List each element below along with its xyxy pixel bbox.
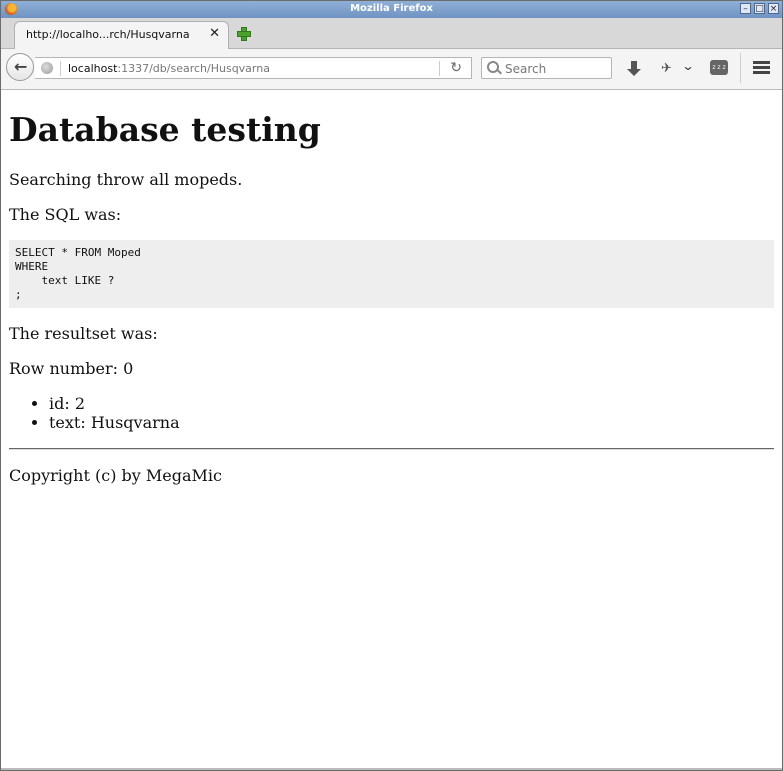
tab-label: http://localho...rch/Husqvarna (26, 28, 190, 41)
title-bar: Mozilla Firefox – □ × (1, 1, 782, 18)
footer-divider (9, 448, 774, 450)
resultset-label: The resultset was: (9, 324, 158, 343)
window-title: Mozilla Firefox (350, 3, 433, 14)
footer-copyright: Copyright (c) by MegaMic (9, 466, 222, 485)
search-input[interactable]: Search (481, 57, 612, 79)
tab-close-icon[interactable]: ✕ (209, 27, 220, 41)
page-title: Database testing (9, 110, 321, 149)
chevron-down-icon[interactable]: ⌄ (681, 59, 694, 73)
maximize-button[interactable]: □ (754, 3, 765, 14)
download-icon[interactable] (627, 61, 641, 77)
tab-active[interactable]: http://localho...rch/Husqvarna ✕ (14, 21, 229, 49)
reload-icon[interactable]: ↻ (450, 60, 462, 76)
site-identity-icon[interactable] (41, 62, 53, 74)
close-window-button[interactable]: × (768, 3, 779, 14)
minimize-button[interactable]: – (740, 3, 751, 14)
url-bar[interactable]: localhost:1337/db/search/Husqvarna ↻ (35, 57, 472, 79)
window-controls: – □ × (740, 3, 779, 14)
toolbar-separator (740, 53, 741, 83)
list-item-id: id: 2 (49, 394, 180, 413)
addon-icon[interactable]: ✈ (661, 61, 672, 76)
url-host: localhost (68, 62, 118, 75)
page-content: Database testing Searching throw all mop… (1, 90, 782, 768)
sql-code-block: SELECT * FROM Moped WHERE text LIKE ? ; (9, 240, 774, 308)
tab-strip: http://localho...rch/Husqvarna ✕ (1, 18, 782, 49)
sleep-tab-icon[interactable]: z z z (710, 60, 728, 75)
search-placeholder: Search (505, 62, 547, 76)
new-tab-button[interactable] (237, 27, 251, 41)
url-text[interactable]: localhost:1337/db/search/Husqvarna (68, 62, 270, 75)
intro-text: Searching throw all mopeds. (9, 170, 243, 189)
url-path: :1337/db/search/Husqvarna (117, 62, 270, 75)
reload-separator (439, 61, 440, 76)
nav-bar: localhost:1337/db/search/Husqvarna ↻ ← S… (1, 49, 782, 90)
sql-label: The SQL was: (9, 205, 122, 224)
row-number: Row number: 0 (9, 359, 134, 378)
result-field-list: id: 2 text: Husqvarna (9, 394, 180, 432)
window-bottom-border (1, 768, 782, 770)
back-arrow-icon: ← (14, 57, 28, 76)
back-button[interactable]: ← (6, 53, 34, 81)
url-separator (60, 61, 61, 76)
browser-window: Mozilla Firefox – □ × http://localho...r… (0, 0, 783, 771)
list-item-text: text: Husqvarna (49, 413, 180, 432)
search-icon (487, 61, 499, 73)
hamburger-menu-icon[interactable] (753, 61, 770, 75)
